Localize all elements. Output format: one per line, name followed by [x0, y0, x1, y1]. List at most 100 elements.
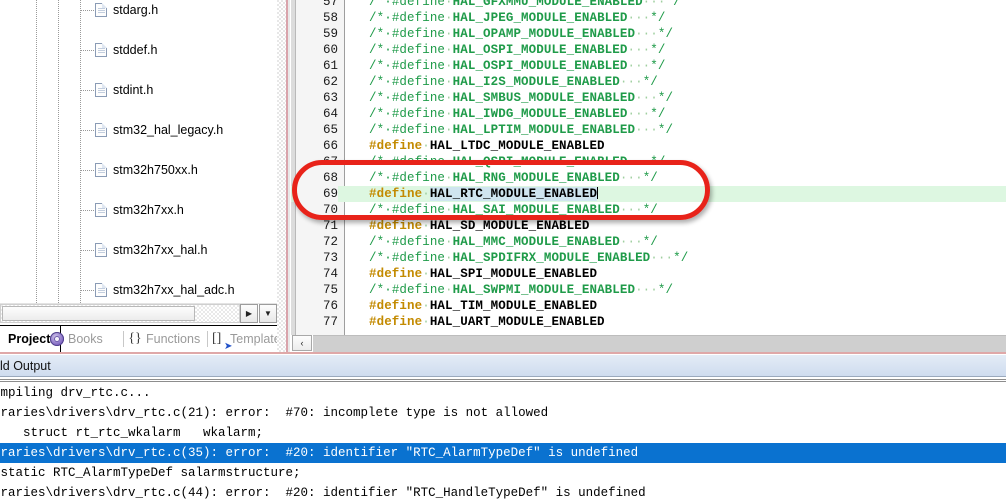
tree-item-2[interactable]: stdint.h [0, 80, 277, 100]
line-code: #define·HAL_LTDC_MODULE_ENABLED [369, 139, 605, 153]
code-line-70[interactable]: 70 /*·#define·HAL_SAI_MODULE_ENABLED···*/ [291, 202, 1006, 218]
code-line-74[interactable]: 74 #define·HAL_SPI_MODULE_ENABLED [291, 266, 1006, 282]
tree-item-6[interactable]: stm32h7xx_hal.h [0, 240, 277, 260]
file-icon [95, 3, 107, 17]
tab-project-label: Project [8, 332, 51, 346]
code-line-71[interactable]: 71 #define·HAL_SD_MODULE_ENABLED [291, 218, 1006, 234]
code-line-77[interactable]: 77 #define·HAL_UART_MODULE_ENABLED [291, 314, 1006, 330]
tree-item-label: stm32h7xx_hal.h [113, 243, 208, 257]
scroll-left-arrow-icon[interactable]: ‹ [292, 335, 312, 351]
line-number: 77 [322, 315, 338, 329]
code-line-61[interactable]: 61 /*·#define·HAL_OSPI_MODULE_ENABLED···*… [291, 58, 1006, 74]
splitter-accent-bar [286, 0, 290, 352]
line-number: 76 [322, 299, 338, 313]
build-output-row-3[interactable]: braries\drivers\drv_rtc.c(35): error: #2… [0, 443, 1006, 463]
line-number: 72 [322, 235, 338, 249]
build-output-row-text: braries\drivers\drv_rtc.c(21): error: #7… [0, 406, 549, 420]
tree-item-label: stm32h7xx_hal_adc.h [113, 283, 235, 297]
project-panel: stdarg.h stddef.h stdint.h stm32_hal_legacy… [0, 0, 277, 352]
code-line-58[interactable]: 58 /*·#define·HAL_JPEG_MODULE_ENABLED···*… [291, 10, 1006, 26]
tab-functions[interactable]: {} Functions [124, 326, 208, 352]
tree-hguide [81, 210, 94, 211]
tree-scroll-track[interactable] [0, 304, 240, 323]
line-number: 74 [322, 267, 338, 281]
code-line-73[interactable]: 73 /*·#define·HAL_SPDIFRX_MODULE_ENABLED·… [291, 250, 1006, 266]
line-number: 75 [322, 283, 338, 297]
code-line-75[interactable]: 75 /*·#define·HAL_SWPMI_MODULE_ENABLED···… [291, 282, 1006, 298]
editor-code-area[interactable]: 57 /*·#define·HAL_GFXMMU_MODULE_ENABLED··… [291, 0, 1006, 335]
template-icon: [] ➤ [212, 331, 233, 353]
project-file-tree[interactable]: stdarg.h stddef.h stdint.h stm32_hal_legacy… [0, 0, 277, 303]
tree-hguide [81, 10, 94, 11]
editor-scroll-track[interactable] [313, 335, 1006, 352]
tree-item-label: stm32h750xx.h [113, 163, 198, 177]
tree-item-0[interactable]: stdarg.h [0, 0, 277, 20]
line-code: /*·#define·HAL_LPTIM_MODULE_ENABLED···*/ [369, 123, 674, 137]
build-output-row-5[interactable]: braries\drivers\drv_rtc.c(44): error: #2… [0, 483, 1006, 500]
code-line-65[interactable]: 65 /*·#define·HAL_LPTIM_MODULE_ENABLED···… [291, 122, 1006, 138]
panel-splitter[interactable] [277, 0, 291, 352]
tree-hguide [81, 290, 94, 291]
tree-item-4[interactable]: stm32h750xx.h [0, 160, 277, 180]
code-line-64[interactable]: 64 /*·#define·HAL_IWDG_MODULE_ENABLED···*… [291, 106, 1006, 122]
tree-item-label: stm32h7xx.h [113, 203, 184, 217]
line-code: /*·#define·HAL_SMBUS_MODULE_ENABLED···*/ [369, 91, 674, 105]
code-line-59[interactable]: 59 /*·#define·HAL_OPAMP_MODULE_ENABLED···… [291, 26, 1006, 42]
tree-hguide [81, 250, 94, 251]
tree-item-3[interactable]: stm32_hal_legacy.h [0, 120, 277, 140]
code-line-69[interactable]: 69 #define·HAL_RTC_MODULE_ENABLED [291, 186, 1006, 202]
line-code: /*·#define·HAL_IWDG_MODULE_ENABLED···*/ [369, 107, 666, 121]
line-code: /*·#define·HAL_OSPI_MODULE_ENABLED···*/ [369, 59, 666, 73]
tree-horizontal-scrollbar[interactable]: ▶ ▼ [0, 303, 277, 323]
code-editor[interactable]: 57 /*·#define·HAL_GFXMMU_MODULE_ENABLED··… [291, 0, 1006, 352]
tree-scroll-thumb[interactable] [2, 306, 195, 321]
ide-window: stdarg.h stddef.h stdint.h stm32_hal_legacy… [0, 0, 1006, 500]
build-output-log[interactable]: ompiling drv_rtc.c... braries\drivers\drv… [0, 383, 1006, 500]
tree-hguide [81, 90, 94, 91]
line-number: 58 [322, 11, 338, 25]
tab-templates[interactable]: []➤ Templates [208, 326, 277, 353]
editor-horizontal-scrollbar[interactable]: ‹ [291, 335, 1006, 352]
build-output-row-2[interactable]: struct rt_rtc_wkalarm wkalarm; [0, 423, 1006, 443]
code-line-60[interactable]: 60 /*·#define·HAL_OSPI_MODULE_ENABLED···*… [291, 42, 1006, 58]
build-output-row-1[interactable]: braries\drivers\drv_rtc.c(21): error: #7… [0, 403, 1006, 423]
line-number: 59 [322, 27, 338, 41]
code-line-66[interactable]: 66 #define·HAL_LTDC_MODULE_ENABLED [291, 138, 1006, 154]
tree-item-label: stm32_hal_legacy.h [113, 123, 224, 137]
scroll-right-arrow-icon[interactable]: ▶ [240, 304, 258, 323]
tab-books[interactable]: Books [46, 326, 124, 352]
line-number: 73 [322, 251, 338, 265]
code-line-62[interactable]: 62 /*·#define·HAL_I2S_MODULE_ENABLED···*/ [291, 74, 1006, 90]
line-code: /*·#define·HAL_RNG_MODULE_ENABLED···*/ [369, 171, 658, 185]
line-number: 57 [322, 0, 338, 9]
tree-item-5[interactable]: stm32h7xx.h [0, 200, 277, 220]
code-line-57[interactable]: 57 /*·#define·HAL_GFXMMU_MODULE_ENABLED··… [291, 0, 1006, 10]
line-number: 60 [322, 43, 338, 57]
tree-hguide [81, 130, 94, 131]
build-output-row-4[interactable]: static RTC_AlarmTypeDef salarmstructure; [0, 463, 1006, 483]
code-line-67[interactable]: 67 /*·#define·HAL_QSPI_MODULE_ENABLED···*… [291, 154, 1006, 170]
code-line-76[interactable]: 76 #define·HAL_TIM_MODULE_ENABLED [291, 298, 1006, 314]
line-number: 61 [322, 59, 338, 73]
line-code: /*·#define·HAL_MMC_MODULE_ENABLED···*/ [369, 235, 658, 249]
code-line-63[interactable]: 63 /*·#define·HAL_SMBUS_MODULE_ENABLED···… [291, 90, 1006, 106]
tab-functions-label: Functions [146, 332, 201, 346]
tree-item-label: stddef.h [113, 43, 158, 57]
tree-item-7[interactable]: stm32h7xx_hal_adc.h [0, 280, 277, 300]
tree-hguide [81, 50, 94, 51]
chevron-down-icon[interactable]: ▼ [259, 304, 277, 323]
braces-icon: {} [128, 331, 142, 346]
build-output-row-text: ompiling drv_rtc.c... [0, 386, 151, 400]
tree-item-1[interactable]: stddef.h [0, 40, 277, 60]
build-output-row-0[interactable]: ompiling drv_rtc.c... [0, 383, 1006, 403]
code-line-72[interactable]: 72 /*·#define·HAL_MMC_MODULE_ENABLED···*/ [291, 234, 1006, 250]
build-output-title: ld Output [0, 359, 51, 373]
line-code: /*·#define·HAL_SPDIFRX_MODULE_ENABLED···… [369, 251, 689, 265]
code-line-68[interactable]: 68 /*·#define·HAL_RNG_MODULE_ENABLED···*/ [291, 170, 1006, 186]
line-code: /*·#define·HAL_QSPI_MODULE_ENABLED···*/ [369, 155, 666, 169]
line-code: /*·#define·HAL_JPEG_MODULE_ENABLED···*/ [369, 11, 666, 25]
line-code: #define·HAL_SD_MODULE_ENABLED [369, 219, 590, 233]
tree-hguide [81, 170, 94, 171]
line-number: 66 [322, 139, 338, 153]
line-number: 63 [322, 91, 338, 105]
